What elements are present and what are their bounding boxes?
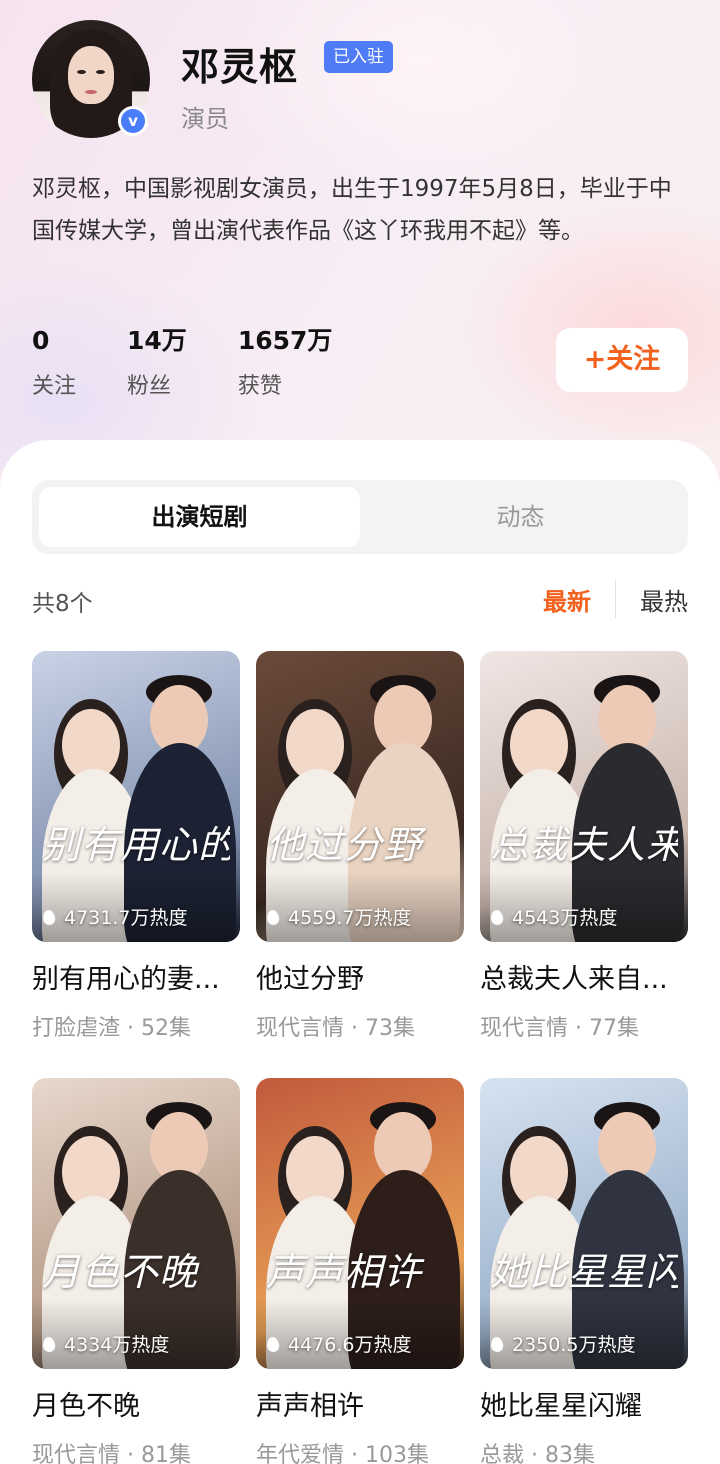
- stat-label: 获赞: [237, 374, 282, 399]
- sort-hottest[interactable]: 最热: [640, 582, 688, 617]
- tab-updates[interactable]: 动态: [360, 487, 681, 547]
- drama-title[interactable]: 别有用心的妻...: [32, 962, 240, 998]
- drama-episodes: 52集: [141, 1016, 191, 1041]
- sort-options: 最新 最热: [543, 580, 688, 618]
- drama-title[interactable]: 声声相许: [256, 1389, 464, 1425]
- profile-bio: 邓灵枢，中国影视剧女演员，出生于1997年5月8日，毕业于中国传媒大学，曾出演代…: [32, 176, 672, 244]
- stat-label: 关注: [32, 374, 77, 399]
- flame-icon: [42, 1335, 56, 1353]
- stat-value: 14万: [127, 326, 187, 355]
- heat-label: 4559.7万热度: [266, 903, 411, 930]
- heat-label: 2350.5万热度: [490, 1330, 635, 1357]
- drama-genre: 年代爱情: [256, 1443, 345, 1464]
- stat-value: 1657万: [237, 326, 333, 355]
- profile-profession: 演员: [181, 105, 229, 133]
- stat-likes[interactable]: 1657万 获赞: [238, 324, 333, 400]
- drama-card[interactable]: 她比星星闪耀 2350.5万热度 她比星星闪耀 总裁 · 83集: [480, 1078, 688, 1464]
- drama-genre: 现代言情: [32, 1443, 121, 1464]
- drama-genre: 现代言情: [256, 1016, 345, 1041]
- content-card: 出演短剧 动态 共8个 最新 最热 别有用心的妻子 4731.7万热度 别有用心…: [0, 440, 720, 1464]
- flame-icon: [266, 908, 280, 926]
- heat-value: 4731.7万热度: [64, 907, 188, 929]
- drama-title[interactable]: 他过分野: [256, 962, 464, 998]
- drama-episodes: 83集: [545, 1443, 595, 1464]
- drama-genre: 打脸虐渣: [32, 1016, 121, 1041]
- poster-title-art: 月色不晚: [42, 1250, 199, 1294]
- drama-episodes: 103集: [365, 1443, 429, 1464]
- drama-title[interactable]: 她比星星闪耀: [480, 1389, 688, 1425]
- drama-episodes: 77集: [589, 1016, 639, 1041]
- poster-title-art: 他过分野: [266, 823, 423, 867]
- drama-poster[interactable]: 她比星星闪耀 2350.5万热度: [480, 1078, 688, 1369]
- entered-badge: 已入驻: [324, 41, 393, 73]
- drama-meta: 现代言情 · 81集: [32, 1437, 240, 1464]
- heat-label: 4476.6万热度: [266, 1330, 411, 1357]
- drama-genre: 现代言情: [480, 1016, 569, 1041]
- drama-meta: 现代言情 · 73集: [256, 1016, 415, 1041]
- heat-label: 4334万热度: [42, 1330, 169, 1357]
- flame-icon: [266, 1335, 280, 1353]
- drama-count: 共8个: [32, 591, 93, 617]
- profile-avatar[interactable]: v: [32, 20, 150, 138]
- flame-icon: [42, 908, 56, 926]
- sort-divider: [615, 580, 616, 618]
- heat-value: 4334万热度: [64, 1334, 170, 1356]
- drama-poster[interactable]: 月色不晚 4334万热度: [32, 1078, 240, 1369]
- profile-name: 邓灵枢: [181, 45, 299, 89]
- drama-grid: 别有用心的妻子 4731.7万热度 别有用心的妻... 打脸虐渣 · 52集 他…: [32, 651, 688, 1464]
- heat-value: 2350.5万热度: [512, 1334, 636, 1356]
- poster-title-art: 总裁夫人来自农村: [490, 823, 678, 867]
- drama-meta: 现代言情 · 77集: [480, 1016, 639, 1041]
- stat-following[interactable]: 0 关注: [32, 324, 76, 400]
- drama-meta: 打脸虐渣 · 52集: [32, 1016, 191, 1041]
- drama-card[interactable]: 他过分野 4559.7万热度 他过分野 现代言情 · 73集: [256, 651, 464, 1042]
- heat-value: 4543万热度: [512, 907, 618, 929]
- tab-bar: 出演短剧 动态: [32, 480, 688, 554]
- stat-label: 粉丝: [127, 374, 172, 399]
- drama-episodes: 73集: [365, 1016, 415, 1041]
- poster-title-art: 声声相许: [266, 1250, 423, 1294]
- flame-icon: [490, 1335, 504, 1353]
- drama-poster[interactable]: 别有用心的妻子 4731.7万热度: [32, 651, 240, 942]
- drama-poster[interactable]: 声声相许 4476.6万热度: [256, 1078, 464, 1369]
- heat-label: 4543万热度: [490, 903, 617, 930]
- flame-icon: [490, 908, 504, 926]
- drama-card[interactable]: 月色不晚 4334万热度 月色不晚 现代言情 · 81集: [32, 1078, 240, 1464]
- sort-newest[interactable]: 最新: [543, 582, 591, 617]
- stat-value: 0: [32, 326, 50, 355]
- heat-value: 4476.6万热度: [288, 1334, 412, 1356]
- poster-title-art: 别有用心的妻子: [42, 823, 230, 867]
- drama-poster[interactable]: 他过分野 4559.7万热度: [256, 651, 464, 942]
- heat-value: 4559.7万热度: [288, 907, 412, 929]
- drama-genre: 总裁: [480, 1443, 525, 1464]
- drama-card[interactable]: 总裁夫人来自农村 4543万热度 总裁夫人来自... 现代言情 · 77集: [480, 651, 688, 1042]
- drama-meta: 年代爱情 · 103集: [256, 1437, 464, 1464]
- profile-stats: 0 关注 14万 粉丝 1657万 获赞: [32, 324, 383, 400]
- follow-button[interactable]: +关注: [556, 328, 688, 392]
- drama-meta: 总裁 · 83集: [480, 1437, 688, 1464]
- poster-title-art: 她比星星闪耀: [490, 1250, 678, 1294]
- drama-card[interactable]: 别有用心的妻子 4731.7万热度 别有用心的妻... 打脸虐渣 · 52集: [32, 651, 240, 1042]
- drama-title[interactable]: 总裁夫人来自...: [480, 962, 688, 998]
- drama-episodes: 81集: [141, 1443, 191, 1464]
- drama-card[interactable]: 声声相许 4476.6万热度 声声相许 年代爱情 · 103集: [256, 1078, 464, 1464]
- stat-fans[interactable]: 14万 粉丝: [127, 324, 187, 400]
- drama-poster[interactable]: 总裁夫人来自农村 4543万热度: [480, 651, 688, 942]
- heat-label: 4731.7万热度: [42, 903, 187, 930]
- verified-icon: v: [118, 106, 148, 136]
- tab-dramas[interactable]: 出演短剧: [39, 487, 360, 547]
- drama-title[interactable]: 月色不晚: [32, 1389, 240, 1425]
